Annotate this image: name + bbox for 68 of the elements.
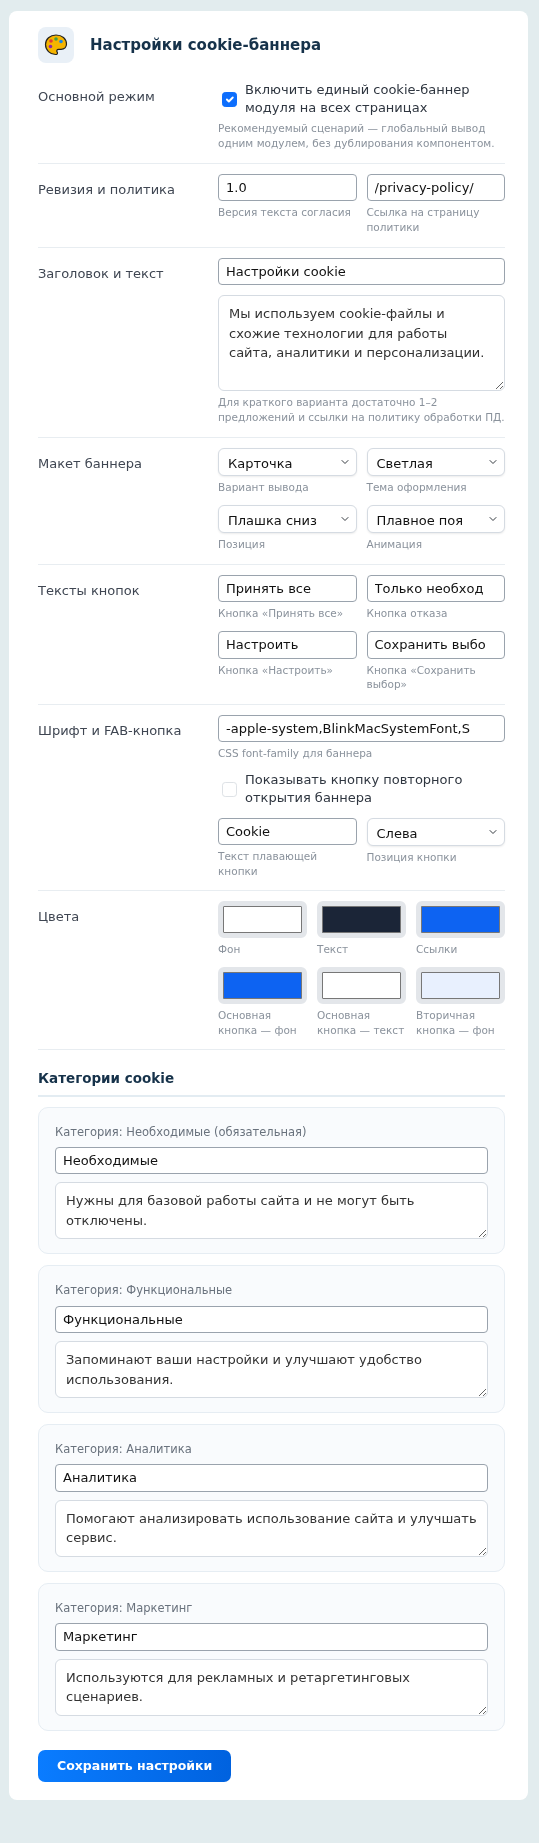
text-field[interactable]: Функциональные [55, 1305, 488, 1334]
row-label: Шрифт и FAB-кнопка [38, 721, 183, 740]
hint-text: Кнопка отказа [366, 606, 449, 622]
checkbox[interactable] [222, 91, 237, 107]
text-area[interactable]: Помогают анализировать использование сайта и улучшать сервис. [55, 1499, 488, 1557]
palette-icon [38, 27, 74, 63]
hint-text: Кнопка «Настроить» [218, 662, 334, 678]
checkbox-label: Показывать кнопку повторного открытия баннера [245, 771, 464, 808]
text-field[interactable]: Только необход [366, 574, 505, 603]
text-field[interactable]: 1.0 [218, 173, 357, 202]
text-field[interactable]: Настроить [218, 631, 357, 659]
hint-text: Кнопка «Сохранить выбор» [366, 662, 477, 692]
text-area[interactable]: Нужны для базовой работы сайта и не могут быть отключены. [55, 1182, 488, 1240]
text-field[interactable]: /privacy-policy/ [366, 173, 505, 202]
hint-text: Ссылка на страницу политики [366, 205, 481, 235]
color-swatch[interactable] [317, 901, 406, 939]
dropdown[interactable]: Карточка [218, 447, 357, 476]
row-label: Основной режим [38, 88, 156, 106]
category-title: Категория: Маркетинг [55, 1599, 194, 1617]
hint-text: Фон [218, 942, 242, 958]
text-field[interactable]: Настройки cookie [218, 257, 505, 286]
row-label: Макет баннера [38, 454, 143, 473]
hint-text: Ссылки [416, 942, 459, 958]
section-heading: Категории cookie [38, 1050, 505, 1097]
row-label: Тексты кнопок [38, 581, 141, 600]
checkbox-label: Включить единый cookie-баннер модуля на всех страницах [245, 81, 471, 118]
hint-text: Позиция [218, 537, 266, 552]
hint-text: Текст [317, 942, 350, 958]
row-label: Цвета [38, 908, 81, 927]
text-field[interactable]: -apple-system,BlinkMacSystemFont,S [218, 714, 505, 743]
hint-text: Основная кнопка — текст [317, 1008, 406, 1038]
hint-text: Вариант вывода [218, 480, 310, 495]
hint-text: Вторичная кнопка — фон [416, 1008, 496, 1038]
dropdown[interactable]: Слева [366, 817, 505, 846]
text-field[interactable]: Аналитика [55, 1464, 488, 1492]
color-swatch[interactable] [416, 967, 505, 1005]
text-field[interactable]: Cookie [218, 817, 357, 845]
row-label: Ревизия и политика [38, 180, 176, 199]
row-label: Заголовок и текст [38, 264, 165, 283]
hint-text: Анимация [366, 537, 423, 552]
text-field[interactable]: Маркетинг [55, 1623, 488, 1651]
color-swatch[interactable] [218, 967, 307, 1005]
category-title: Категория: Необходимые (обязательная) [55, 1123, 308, 1141]
hint-text: Рекомендуемый сценарий — глобальный вывод одним модулем, без дублирования компонентом. [218, 121, 496, 151]
text-area[interactable]: Запоминают ваши настройки и улучшают удобство использования. [55, 1341, 488, 1399]
hint-text: Кнопка «Принять все» [218, 606, 345, 622]
dropdown[interactable]: Плавное поя [366, 504, 505, 534]
hint-text: Основная кнопка — фон [218, 1008, 298, 1038]
hint-text: Для краткого варианта достаточно 1–2 предложений и ссылки на политику обработки ПД. [218, 395, 505, 425]
dropdown[interactable]: Светлая [366, 447, 505, 476]
text-field[interactable]: Принять все [218, 574, 357, 603]
hint-text: Тема оформления [366, 480, 468, 495]
page-title: Настройки cookie-баннера [90, 34, 322, 56]
color-swatch[interactable] [416, 901, 505, 939]
hint-text: Позиция кнопки [366, 850, 458, 865]
color-swatch[interactable] [218, 901, 307, 939]
category-title: Категория: Функциональные [55, 1282, 234, 1300]
hint-text: Текст плавающей кнопки [218, 849, 319, 879]
color-swatch[interactable] [317, 967, 406, 1005]
text-field[interactable]: Необходимые [55, 1146, 488, 1175]
save-button[interactable]: Сохранить настройки [38, 1749, 232, 1783]
dropdown[interactable]: Плашка сниз [218, 504, 357, 534]
category-title: Категория: Аналитика [55, 1441, 193, 1459]
text-field[interactable]: Сохранить выбо [366, 631, 505, 659]
hint-text: CSS font-family для баннера [218, 746, 374, 762]
text-area[interactable]: Используются для рекламных и ретаргетинговых сценариев. [55, 1658, 488, 1716]
text-area[interactable]: Мы используем cookie-файлы и схожие технологии для работы сайта, аналитики и персонализации. [218, 295, 505, 392]
hint-text: Версия текста согласия [218, 205, 352, 220]
